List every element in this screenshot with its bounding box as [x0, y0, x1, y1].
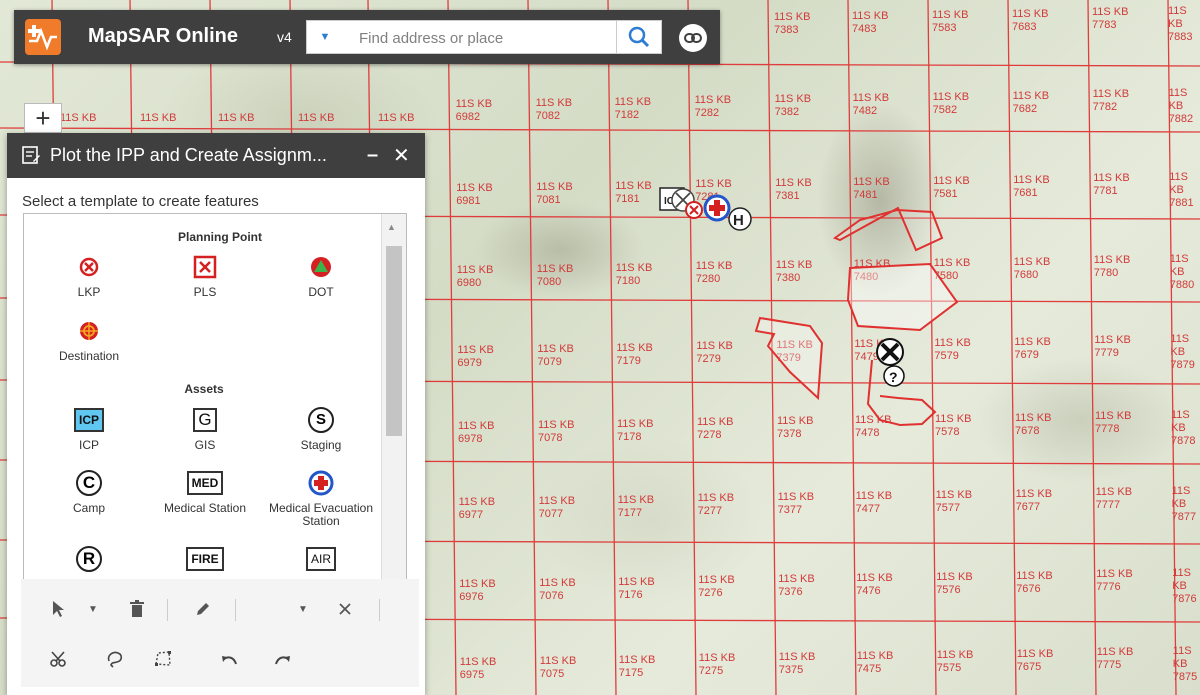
gis-box-icon: G	[193, 408, 217, 432]
helispot-map-icon[interactable]: H	[728, 207, 752, 231]
app-version: v4	[277, 29, 292, 45]
clue-x-map-icon[interactable]	[876, 338, 904, 366]
med-box-icon: MED	[186, 471, 224, 495]
search-button[interactable]	[616, 21, 661, 53]
toolbar-separator	[167, 599, 168, 621]
cut-scissors-icon[interactable]	[47, 647, 71, 671]
app-header: MapSAR Online v4 ▼	[14, 10, 720, 64]
template-picker: Planning Point LKP PLS DOT Destination A…	[23, 213, 407, 581]
clue-question-letter: ?	[889, 369, 898, 385]
template-medevac[interactable]: Medical Evacuation Station	[266, 470, 376, 528]
select-arrow-icon[interactable]	[47, 597, 71, 621]
clue-question-map-icon[interactable]: ?	[883, 365, 905, 387]
scroll-up-icon[interactable]: ▲	[387, 222, 396, 232]
section-title-assets: Assets	[184, 382, 224, 396]
scroll-thumb[interactable]	[386, 246, 402, 436]
template-staging[interactable]: S Staging	[266, 407, 376, 452]
edit-pencil-icon[interactable]	[191, 597, 215, 621]
destination-crosshair-icon	[80, 322, 98, 340]
template-instruction: Select a template to create features	[22, 193, 259, 210]
link-icon	[684, 33, 702, 43]
template-gis[interactable]: G GIS	[150, 407, 260, 452]
dot-triangle-icon	[311, 257, 331, 277]
edit-form-icon	[22, 146, 40, 164]
medevac-cross-icon	[308, 470, 334, 496]
template-pls[interactable]: PLS	[150, 254, 260, 299]
panel-header: Plot the IPP and Create Assignm... – ✕	[7, 133, 425, 178]
pls-box-x-icon	[193, 255, 217, 279]
staging-circle-icon: S	[308, 407, 334, 433]
template-label: ICP	[78, 438, 99, 452]
template-label: Medical Evacuation Station	[268, 501, 374, 528]
edit-toolbar: ▼ ▼	[21, 579, 419, 687]
medevac-map-icon[interactable]	[703, 194, 731, 222]
template-camp[interactable]: C Camp	[34, 470, 144, 515]
panel-title: Plot the IPP and Create Assignm...	[50, 145, 327, 165]
template-label: Destination	[58, 349, 120, 363]
minimize-button[interactable]: –	[367, 144, 378, 167]
lkp-red-map-icon[interactable]	[685, 201, 703, 219]
toolbar-separator	[379, 599, 380, 621]
camp-circle-icon: C	[76, 470, 102, 496]
zoom-in-button[interactable]: +	[24, 103, 62, 133]
lkp-circle-x-icon	[79, 257, 99, 277]
template-dot[interactable]: DOT	[266, 254, 376, 299]
template-medical-station[interactable]: MED Medical Station	[150, 470, 260, 515]
search-input[interactable]	[357, 21, 619, 55]
share-link-button[interactable]	[679, 24, 707, 52]
air-box-icon: AIR	[305, 547, 336, 571]
section-title-planning-point: Planning Point	[178, 230, 262, 244]
search-source-dropdown[interactable]: ▼	[307, 21, 343, 53]
mapsar-logo-icon[interactable]	[25, 19, 61, 55]
r-circle-icon: R	[76, 546, 102, 572]
union-polygon-icon[interactable]	[151, 647, 175, 671]
template-label: Staging	[300, 438, 342, 452]
fire-box-icon: FIRE	[186, 547, 224, 571]
template-scrollbar[interactable]: ▲	[381, 214, 406, 580]
editor-panel: Plot the IPP and Create Assignm... – ✕ S…	[7, 133, 425, 695]
template-fire[interactable]: FIRE	[150, 546, 260, 572]
template-lkp[interactable]: LKP	[34, 254, 144, 299]
attribute-dropdown-icon[interactable]: ▼	[291, 597, 315, 621]
app-title: MapSAR Online	[88, 25, 239, 47]
template-r[interactable]: R	[34, 546, 144, 572]
assignment-polygon[interactable]	[846, 262, 959, 332]
template-label: GIS	[194, 438, 216, 452]
assignment-polygon[interactable]	[754, 316, 824, 401]
helispot-letter: H	[733, 212, 744, 229]
reshape-lasso-icon[interactable]	[103, 647, 127, 671]
template-air[interactable]: AIR	[266, 546, 376, 572]
template-label: DOT	[308, 285, 334, 299]
template-icp[interactable]: ICP ICP	[34, 407, 144, 452]
template-label: PLS	[193, 285, 217, 299]
undo-icon[interactable]	[217, 647, 241, 671]
search-icon	[628, 26, 650, 48]
template-label: LKP	[77, 285, 101, 299]
assignment-polygon[interactable]	[832, 206, 944, 252]
close-button[interactable]: ✕	[393, 143, 410, 168]
delete-trash-icon[interactable]	[125, 597, 149, 621]
cancel-x-icon[interactable]	[333, 597, 357, 621]
search-box: ▼	[306, 20, 662, 55]
template-label: Medical Station	[163, 501, 247, 515]
template-destination[interactable]: Destination	[34, 318, 144, 363]
icp-box-icon: ICP	[73, 408, 104, 432]
template-label: Camp	[72, 501, 105, 515]
select-dropdown-icon[interactable]: ▼	[81, 597, 105, 621]
redo-icon[interactable]	[271, 647, 295, 671]
toolbar-separator	[235, 599, 236, 621]
